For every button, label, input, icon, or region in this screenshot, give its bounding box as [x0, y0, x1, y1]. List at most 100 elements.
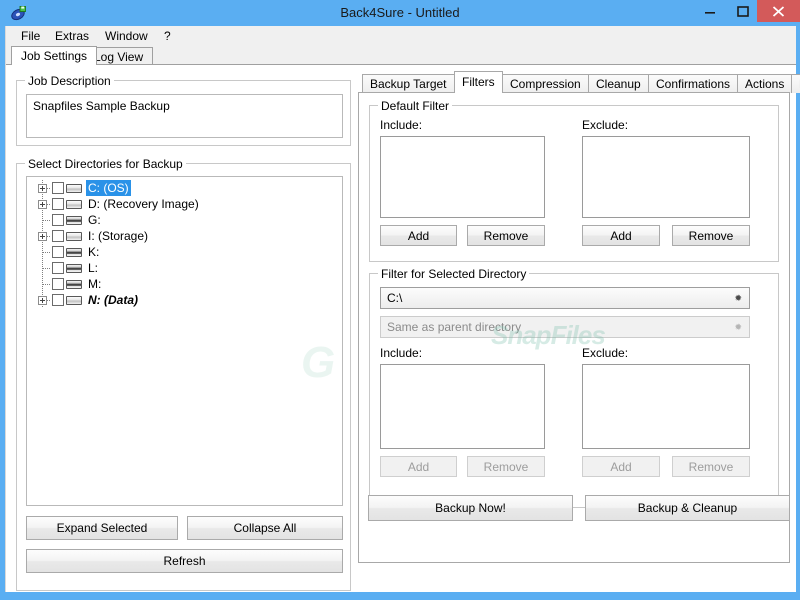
tree-item-checkbox[interactable] [52, 182, 64, 194]
tree-item-label: C: (OS) [86, 180, 131, 196]
refresh-button[interactable]: Refresh [26, 549, 343, 573]
tree-item-checkbox[interactable] [52, 214, 64, 226]
drive-icon [66, 200, 82, 209]
menu-window[interactable]: Window [98, 26, 155, 46]
default-exclude-label: Exclude: [582, 118, 629, 132]
selected-exclude-label: Exclude: [582, 346, 629, 360]
drive-icon [66, 184, 82, 193]
settings-tab-strip: Backup Target Filters Compression Cleanup Co… [358, 71, 800, 93]
backup-cleanup-button[interactable]: Backup & Cleanup [585, 495, 790, 521]
default-include-remove-button[interactable]: Remove [467, 225, 545, 246]
selected-include-listbox[interactable] [380, 364, 545, 449]
tree-item[interactable]: C: (OS) [27, 180, 342, 196]
tree-item-checkbox[interactable] [52, 198, 64, 210]
collapse-all-button[interactable]: Collapse All [187, 516, 343, 540]
selected-exclude-add-button[interactable]: Add [582, 456, 660, 477]
drive-icon [66, 248, 82, 257]
settings-tab-logging[interactable]: Logging [791, 74, 800, 93]
chevron-down-icon: ✹ [734, 322, 742, 332]
tree-item[interactable]: I: (Storage) [27, 228, 342, 244]
backup-now-button[interactable]: Backup Now! [368, 495, 573, 521]
minimize-button[interactable] [694, 0, 725, 22]
selected-exclude-listbox[interactable] [582, 364, 750, 449]
job-description-input[interactable] [26, 94, 343, 138]
expand-plus-icon[interactable] [38, 232, 47, 241]
settings-tab-backup-target[interactable]: Backup Target [362, 74, 455, 93]
settings-tab-cleanup[interactable]: Cleanup [588, 74, 649, 93]
settings-tab-filters[interactable]: Filters [454, 71, 503, 93]
menu-file[interactable]: File [14, 26, 47, 46]
expand-plus-icon[interactable] [38, 200, 47, 209]
default-exclude-listbox[interactable] [582, 136, 750, 218]
selected-include-label: Include: [380, 346, 423, 360]
settings-tab-compression[interactable]: Compression [502, 74, 589, 93]
inherit-mode-combo[interactable]: Same as parent directory ✹ [380, 316, 750, 338]
settings-tab-actions[interactable]: Actions [737, 74, 793, 93]
tree-connector-horizontal [43, 252, 51, 253]
expand-selected-button[interactable]: Expand Selected [26, 516, 178, 540]
tree-item-label: K: [88, 245, 100, 259]
tree-item-checkbox[interactable] [52, 230, 64, 242]
selected-include-add-button[interactable]: Add [380, 456, 457, 477]
select-directories-group-label: Select Directories for Backup [25, 157, 186, 171]
expand-plus-icon[interactable] [38, 296, 47, 305]
drive-icon [66, 232, 82, 241]
job-description-group: Job Description [16, 74, 351, 146]
default-include-label: Include: [380, 118, 423, 132]
tree-item-label: G: [88, 213, 101, 227]
job-description-group-label: Job Description [25, 74, 114, 88]
selected-exclude-remove-button[interactable]: Remove [672, 456, 750, 477]
menu-extras[interactable]: Extras [48, 26, 96, 46]
default-filter-group: Default Filter Include: Exclude: Add Rem… [369, 99, 779, 262]
expand-plus-icon[interactable] [38, 184, 47, 193]
selected-filter-group-label: Filter for Selected Directory [378, 267, 530, 281]
tree-item-checkbox[interactable] [52, 246, 64, 258]
selected-directory-combo[interactable]: C:\ ✹ [380, 287, 750, 309]
tree-item[interactable]: N: (Data) [27, 292, 342, 308]
tree-item-label: L: [88, 261, 99, 275]
settings-tab-confirmations[interactable]: Confirmations [648, 74, 739, 93]
tab-job-settings[interactable]: Job Settings [11, 46, 98, 65]
drive-icon [66, 280, 82, 289]
drive-icon [66, 296, 82, 305]
window-title: Back4Sure - Untitled [340, 5, 460, 20]
tree-item-label: I: (Storage) [88, 229, 149, 243]
default-include-add-button[interactable]: Add [380, 225, 457, 246]
selected-directory-value: C:\ [387, 291, 403, 305]
drive-icon [66, 216, 82, 225]
default-include-listbox[interactable] [380, 136, 545, 218]
left-panel: Job Description Select Directories for B… [16, 71, 351, 591]
tree-item[interactable]: G: [27, 212, 342, 228]
default-exclude-add-button[interactable]: Add [582, 225, 660, 246]
tree-item-checkbox[interactable] [52, 262, 64, 274]
selected-include-remove-button[interactable]: Remove [467, 456, 545, 477]
tree-item[interactable]: D: (Recovery Image) [27, 196, 342, 212]
tree-item[interactable]: M: [27, 276, 342, 292]
close-button[interactable] [757, 0, 800, 22]
filters-tab-page: Default Filter Include: Exclude: Add Rem… [358, 93, 790, 563]
tree-item[interactable]: L: [27, 260, 342, 276]
right-panel: Backup Target Filters Compression Cleanup Co… [358, 71, 800, 591]
maximize-button[interactable] [727, 0, 758, 22]
inner-tab-underline [358, 92, 790, 93]
tree-item[interactable]: K: [27, 244, 342, 260]
tree-item-checkbox[interactable] [52, 278, 64, 290]
title-bar: Back4Sure - Untitled [0, 0, 800, 26]
directory-tree[interactable]: C: (OS) D: (Recovery Image) G: I: (Storage)… [26, 176, 343, 506]
default-exclude-remove-button[interactable]: Remove [672, 225, 750, 246]
tree-item-label: D: (Recovery Image) [88, 197, 199, 211]
inherit-mode-value: Same as parent directory [387, 320, 522, 334]
select-directories-group: Select Directories for Backup C: (OS) D: … [16, 157, 351, 591]
main-tab-strip: Job Settings Log View [6, 46, 796, 65]
client-area: File Extras Window ? Job Settings Log Vi… [5, 26, 800, 592]
tree-item-checkbox[interactable] [52, 294, 64, 306]
menu-help[interactable]: ? [157, 26, 178, 46]
selected-directory-filter-group: Filter for Selected Directory C:\ ✹ Same… [369, 267, 779, 508]
tree-item-label: M: [88, 277, 102, 291]
default-filter-group-label: Default Filter [378, 99, 453, 113]
application-window: Back4Sure - Untitled File Extras Window … [0, 0, 800, 600]
menu-bar: File Extras Window ? [6, 26, 796, 46]
tree-item-label: N: (Data) [88, 293, 138, 307]
tree-connector-horizontal [43, 220, 51, 221]
chevron-down-icon: ✹ [734, 293, 742, 303]
